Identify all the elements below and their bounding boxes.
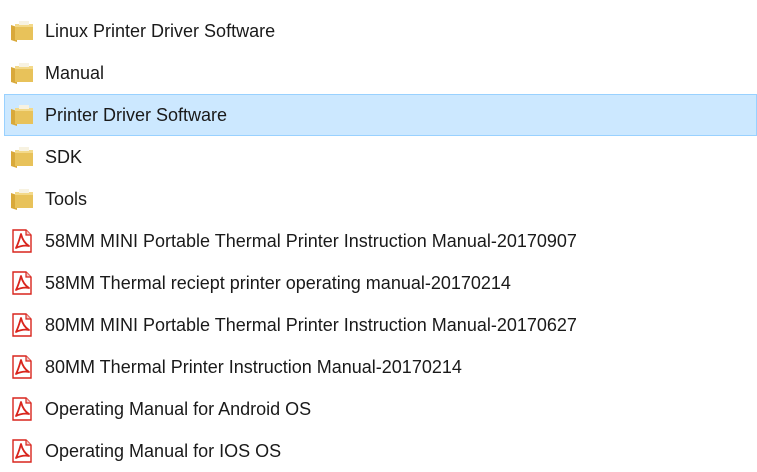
list-item-pdf-80mm-mini-manual[interactable]: 80MM MINI Portable Thermal Printer Instr… [4,304,757,346]
list-item-pdf-58mm-mini-manual[interactable]: 58MM MINI Portable Thermal Printer Instr… [4,220,757,262]
list-item-label: 80MM MINI Portable Thermal Printer Instr… [45,315,577,335]
list-item-pdf-58mm-thermal-reciept[interactable]: 58MM Thermal reciept printer operating m… [4,262,757,304]
pdf-icon [9,396,35,422]
list-item-label: Operating Manual for IOS OS [45,441,282,461]
folder-icon [9,18,35,44]
list-item-label: 58MM Thermal reciept printer operating m… [45,273,511,293]
list-item-folder-printer-driver-software[interactable]: Printer Driver Software [4,94,757,136]
list-item-label: 58MM MINI Portable Thermal Printer Instr… [45,231,577,251]
list-item-label: 80MM Thermal Printer Instruction Manual-… [45,357,462,377]
list-item-label: Printer Driver Software [45,105,228,125]
pdf-icon [9,312,35,338]
list-item-label: Manual [45,63,105,83]
list-item-label: Operating Manual for Android OS [45,399,312,419]
pdf-icon [9,270,35,296]
file-list: Linux Printer Driver Software Manual Pri… [4,10,757,472]
pdf-icon [9,354,35,380]
list-item-label: SDK [45,147,83,167]
pdf-icon [9,438,35,464]
list-item-pdf-80mm-thermal-manual[interactable]: 80MM Thermal Printer Instruction Manual-… [4,346,757,388]
list-item-label: Tools [45,189,88,209]
pdf-icon [9,228,35,254]
folder-icon [9,60,35,86]
folder-icon [9,144,35,170]
list-item-folder-tools[interactable]: Tools [4,178,757,220]
list-item-pdf-ios-manual[interactable]: Operating Manual for IOS OS [4,430,757,472]
list-item-folder-sdk[interactable]: SDK [4,136,757,178]
list-item-folder-manual[interactable]: Manual [4,52,757,94]
list-item-pdf-android-manual[interactable]: Operating Manual for Android OS [4,388,757,430]
folder-icon [9,102,35,128]
folder-icon [9,186,35,212]
list-item-label: Linux Printer Driver Software [45,21,276,41]
list-item-folder-linux-printer-driver-software[interactable]: Linux Printer Driver Software [4,10,757,52]
